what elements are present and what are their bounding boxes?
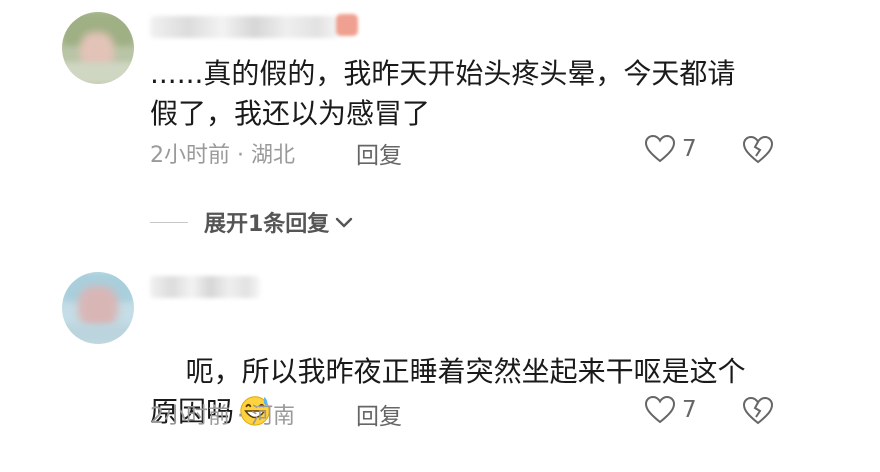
like-count: 7	[682, 136, 697, 162]
broken-heart-icon[interactable]	[742, 396, 774, 426]
comment-time-location: 2小时前 · 湖北	[150, 143, 295, 168]
avatar[interactable]	[62, 12, 134, 84]
expand-replies-label: 展开1条回复	[204, 212, 330, 237]
heart-outline-icon	[644, 395, 676, 424]
reply-button[interactable]: 回复	[356, 136, 402, 170]
comment-text: ......真的假的，我昨天开始头疼头晕，今天都请 假了，我还以为感冒了	[150, 57, 736, 130]
like-button[interactable]: 7	[644, 134, 697, 164]
expand-replies-button[interactable]: 展开1条回复	[150, 206, 355, 238]
heart-outline-icon	[644, 134, 676, 163]
username-blurred[interactable]	[150, 276, 260, 298]
user-badge	[336, 14, 358, 36]
chevron-down-icon	[336, 217, 353, 228]
comment-time-location: 2小时前 · 河南	[150, 404, 295, 429]
divider-line	[150, 221, 188, 223]
comment-text: 呃，所以我昨夜正睡着突然坐起来干呕是这个 原因吗	[150, 312, 810, 472]
username-blurred[interactable]	[150, 16, 340, 38]
like-button[interactable]: 7	[644, 395, 697, 425]
avatar[interactable]	[62, 272, 134, 344]
reply-button[interactable]: 回复	[356, 397, 402, 431]
like-count: 7	[682, 397, 697, 423]
broken-heart-icon[interactable]	[742, 135, 774, 165]
